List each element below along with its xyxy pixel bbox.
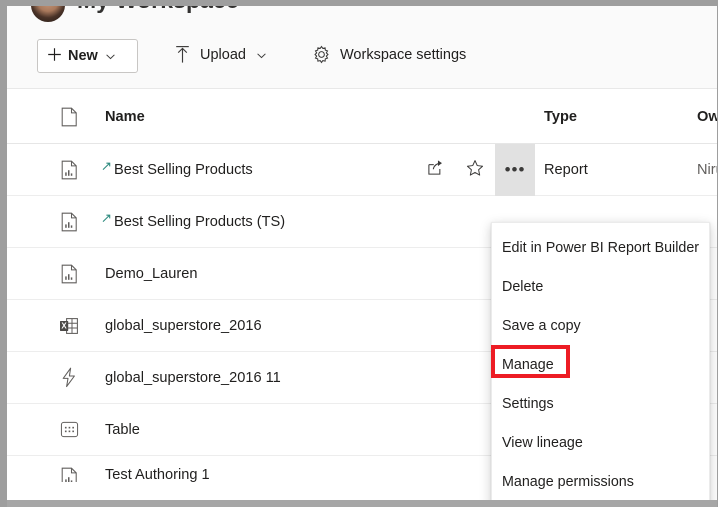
report-chart-file-icon <box>57 467 81 482</box>
upload-label: Upload <box>200 46 246 63</box>
row-name-cell[interactable]: Demo_Lauren <box>105 266 198 282</box>
upload-button[interactable]: Upload <box>174 45 266 64</box>
row-name-label: Best Selling Products (TS) <box>114 213 286 230</box>
excel-workbook-icon: X <box>57 317 81 335</box>
chevron-down-icon[interactable]: ⌄ <box>252 6 263 10</box>
row-name-label: Test Authoring 1 <box>105 467 210 482</box>
gear-icon <box>312 45 331 64</box>
column-header-name[interactable]: Name <box>105 109 145 125</box>
row-type-label: Report <box>544 161 588 178</box>
favorite-button[interactable] <box>455 144 495 196</box>
chevron-down-icon <box>106 52 115 62</box>
chevron-down-icon <box>257 51 266 61</box>
endorsement-arrow-icon <box>102 158 111 170</box>
more-options-icon: ••• <box>504 159 526 179</box>
dashboard-grid-icon <box>57 420 81 439</box>
row-name-label: Best Selling Products <box>114 161 253 178</box>
upload-arrow-icon <box>174 45 191 64</box>
column-header-owner[interactable]: Ow <box>697 109 717 125</box>
row-name-label: Demo_Lauren <box>105 265 198 282</box>
row-name-label: global_superstore_2016 <box>105 317 262 334</box>
share-button[interactable] <box>415 144 455 196</box>
menu-item-view-lineage[interactable]: View lineage <box>492 423 709 462</box>
row-action-buttons: ••• <box>415 144 535 196</box>
menu-item-edit-in-report-builder[interactable]: Edit in Power BI Report Builder <box>492 228 709 267</box>
menu-item-delete[interactable]: Delete <box>492 267 709 306</box>
context-menu: Edit in Power BI Report Builder Delete S… <box>491 222 710 507</box>
workspace-header: My Workspace ⌄ <box>7 6 717 26</box>
dataflow-lightning-icon <box>57 367 81 388</box>
menu-item-manage[interactable]: Manage <box>492 345 709 384</box>
report-chart-file-icon <box>57 212 81 232</box>
svg-text:X: X <box>61 321 67 330</box>
row-name-cell[interactable]: Best Selling Products (TS) <box>102 213 286 230</box>
row-owner-label: Niru <box>697 161 717 178</box>
share-icon <box>427 159 444 181</box>
row-name-cell[interactable]: Table <box>105 422 140 438</box>
command-bar: New Upload Workspace settings <box>7 26 717 89</box>
table-row[interactable]: Best Selling Products ••• Report Nir <box>7 144 717 196</box>
row-name-cell[interactable]: global_superstore_2016 <box>105 318 262 334</box>
more-options-button[interactable]: ••• <box>495 144 535 196</box>
table-header-row: Name Type Ow <box>7 90 717 144</box>
endorsement-arrow-icon <box>102 210 111 222</box>
plus-icon <box>47 47 62 65</box>
row-name-cell[interactable]: Test Authoring 1 <box>105 467 210 482</box>
menu-item-save-a-copy[interactable]: Save a copy <box>492 306 709 345</box>
workspace-settings-label: Workspace settings <box>340 46 467 63</box>
row-name-cell[interactable]: Best Selling Products <box>102 161 253 178</box>
report-chart-file-icon <box>57 160 81 180</box>
screenshot-root: My Workspace ⌄ New <box>0 0 718 507</box>
page-title: My Workspace <box>77 6 239 14</box>
column-header-type[interactable]: Type <box>544 109 577 125</box>
report-chart-file-icon <box>57 264 81 284</box>
star-icon <box>466 159 484 182</box>
avatar <box>31 6 65 22</box>
row-name-label: Table <box>105 421 140 438</box>
horizontal-scrollbar[interactable] <box>7 500 717 507</box>
menu-item-settings[interactable]: Settings <box>492 384 709 423</box>
new-button[interactable]: New <box>37 39 138 73</box>
menu-item-manage-permissions[interactable]: Manage permissions <box>492 462 709 501</box>
workspace-settings-button[interactable]: Workspace settings <box>312 45 466 64</box>
app-window: My Workspace ⌄ New <box>7 6 717 507</box>
new-button-label: New <box>68 48 98 64</box>
row-name-cell[interactable]: global_superstore_2016 11 <box>105 370 281 386</box>
file-icon <box>57 107 81 127</box>
row-name-label: global_superstore_2016 11 <box>105 369 281 386</box>
